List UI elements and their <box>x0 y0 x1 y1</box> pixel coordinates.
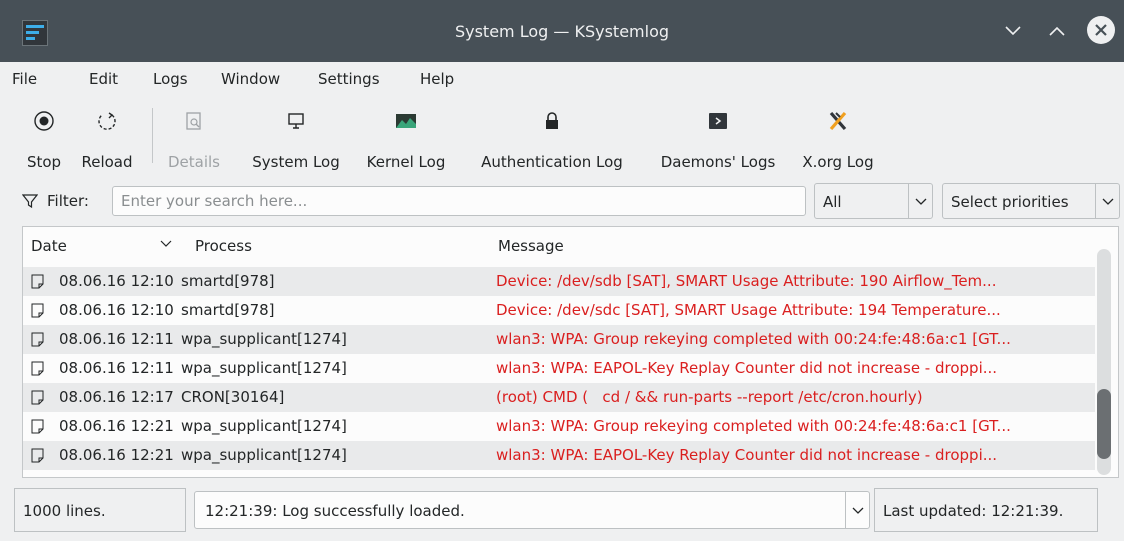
row-date: 08.06.16 12:11 <box>59 330 174 348</box>
table-row[interactable]: 08.06.16 12:10 smartd[978] Device: /dev/… <box>23 296 1095 325</box>
kernel-log-label: Kernel Log <box>366 153 446 171</box>
details-label: Details <box>167 153 220 171</box>
log-entry-icon <box>31 303 44 318</box>
kernel-log-button[interactable]: Kernel Log <box>354 106 458 174</box>
header-message[interactable]: Message <box>498 237 564 255</box>
lock-icon <box>541 110 563 132</box>
reload-label: Reload <box>81 153 133 171</box>
table-header: Date Process Message <box>23 227 1095 267</box>
toolbar: Stop Reload Details System Log Kernel Lo… <box>0 96 1124 178</box>
xorg-log-label: X.org Log <box>802 153 874 171</box>
title-bar: System Log — KSystemlog <box>0 0 1124 62</box>
row-message: wlan3: WPA: EAPOL-Key Replay Counter did… <box>496 359 998 377</box>
row-process: CRON[30164] <box>181 388 285 406</box>
kernel-icon <box>395 110 417 132</box>
row-process: wpa_supplicant[1274] <box>181 417 347 435</box>
authentication-log-label: Authentication Log <box>481 153 623 171</box>
priorities-select[interactable]: Select priorities <box>942 183 1120 219</box>
reload-icon <box>96 110 118 132</box>
reload-button[interactable]: Reload <box>74 106 140 174</box>
line-count-text: 1000 lines. <box>23 502 106 520</box>
log-entry-icon <box>31 361 44 376</box>
row-process: wpa_supplicant[1274] <box>181 446 347 464</box>
log-entry-icon <box>31 390 44 405</box>
vertical-scrollbar[interactable] <box>1097 249 1111 475</box>
menu-settings[interactable]: Settings <box>318 70 380 88</box>
minimize-icon[interactable] <box>1000 18 1026 44</box>
table-row[interactable]: 08.06.16 12:10 smartd[978] Device: /dev/… <box>23 267 1095 296</box>
menu-file[interactable]: File <box>12 70 37 88</box>
maximize-icon[interactable] <box>1044 18 1070 44</box>
chevron-down-icon[interactable] <box>908 184 932 218</box>
log-entry-icon <box>31 332 44 347</box>
chevron-down-icon[interactable] <box>1095 184 1119 218</box>
row-process: wpa_supplicant[1274] <box>181 330 347 348</box>
row-message: wlan3: WPA: EAPOL-Key Replay Counter did… <box>496 446 998 464</box>
terminal-icon <box>707 110 729 132</box>
daemons-logs-label: Daemons' Logs <box>660 153 776 171</box>
filter-label: Filter: <box>47 192 89 210</box>
authentication-log-button[interactable]: Authentication Log <box>464 106 640 174</box>
row-process: wpa_supplicant[1274] <box>181 359 347 377</box>
filter-icon <box>22 193 38 209</box>
header-process[interactable]: Process <box>195 237 252 255</box>
stop-button[interactable]: Stop <box>20 106 68 174</box>
table-row[interactable]: 08.06.16 12:11 wpa_supplicant[1274] wlan… <box>23 325 1095 354</box>
row-message: wlan3: WPA: Group rekeying completed wit… <box>496 330 1011 348</box>
row-message: (root) CMD ( cd / && run-parts --report … <box>496 388 923 406</box>
row-date: 08.06.16 12:21 <box>59 417 174 435</box>
row-date: 08.06.16 12:21 <box>59 446 174 464</box>
row-message: wlan3: WPA: Group rekeying completed wit… <box>496 417 1011 435</box>
monitor-icon <box>285 110 307 132</box>
menu-edit[interactable]: Edit <box>89 70 118 88</box>
log-entry-icon <box>31 274 44 289</box>
table-row[interactable]: 08.06.16 12:11 wpa_supplicant[1274] wlan… <box>23 354 1095 383</box>
column-filter-value: All <box>823 193 842 211</box>
daemons-logs-button[interactable]: Daemons' Logs <box>646 106 790 174</box>
table-row[interactable]: 08.06.16 12:21 wpa_supplicant[1274] wlan… <box>23 412 1095 441</box>
row-date: 08.06.16 12:10 <box>59 272 174 290</box>
table-rows: 08.06.16 12:10 smartd[978] Device: /dev/… <box>23 267 1095 470</box>
priorities-value: Select priorities <box>951 193 1069 211</box>
table-row[interactable]: 08.06.16 12:21 wpa_supplicant[1274] wlan… <box>23 441 1095 470</box>
details-icon <box>183 110 205 132</box>
menu-window[interactable]: Window <box>221 70 280 88</box>
menu-bar: File Edit Logs Window Settings Help <box>0 62 1124 96</box>
filter-bar: Filter: All Select priorities <box>14 180 1122 224</box>
system-log-button[interactable]: System Log <box>243 106 349 174</box>
row-process: smartd[978] <box>181 301 275 319</box>
xorg-icon <box>827 110 849 132</box>
row-process: smartd[978] <box>181 272 275 290</box>
stop-icon <box>33 110 55 132</box>
status-message-text: 12:21:39: Log successfully loaded. <box>205 502 465 520</box>
details-button[interactable]: Details <box>161 106 227 174</box>
column-filter-select[interactable]: All <box>814 183 933 219</box>
row-date: 08.06.16 12:10 <box>59 301 174 319</box>
row-message: Device: /dev/sdc [SAT], SMART Usage Attr… <box>496 301 1001 319</box>
close-icon[interactable] <box>1087 16 1115 44</box>
menu-help[interactable]: Help <box>420 70 454 88</box>
search-input[interactable] <box>112 186 806 216</box>
table-row[interactable]: 08.06.16 12:17 CRON[30164] (root) CMD ( … <box>23 383 1095 412</box>
log-table: Date Process Message 08.06.16 12:10 smar… <box>22 226 1119 478</box>
row-date: 08.06.16 12:17 <box>59 388 174 406</box>
last-updated-text: Last updated: 12:21:39. <box>883 502 1064 520</box>
toolbar-separator <box>152 108 153 163</box>
last-updated-status: Last updated: 12:21:39. <box>874 488 1098 532</box>
stop-label: Stop <box>26 153 62 171</box>
menu-logs[interactable]: Logs <box>153 70 188 88</box>
sort-descending-icon[interactable] <box>159 239 173 249</box>
log-entry-icon <box>31 448 44 463</box>
header-date[interactable]: Date <box>31 237 67 255</box>
status-message-select[interactable]: 12:21:39: Log successfully loaded. <box>194 491 870 529</box>
chevron-down-icon[interactable] <box>845 492 869 528</box>
row-message: Device: /dev/sdb [SAT], SMART Usage Attr… <box>496 272 997 290</box>
log-entry-icon <box>31 419 44 434</box>
xorg-log-button[interactable]: X.org Log <box>794 106 882 174</box>
window-title: System Log — KSystemlog <box>454 22 670 41</box>
scrollbar-thumb[interactable] <box>1097 389 1111 459</box>
system-log-label: System Log <box>252 153 340 171</box>
row-date: 08.06.16 12:11 <box>59 359 174 377</box>
line-count-status: 1000 lines. <box>14 488 186 532</box>
